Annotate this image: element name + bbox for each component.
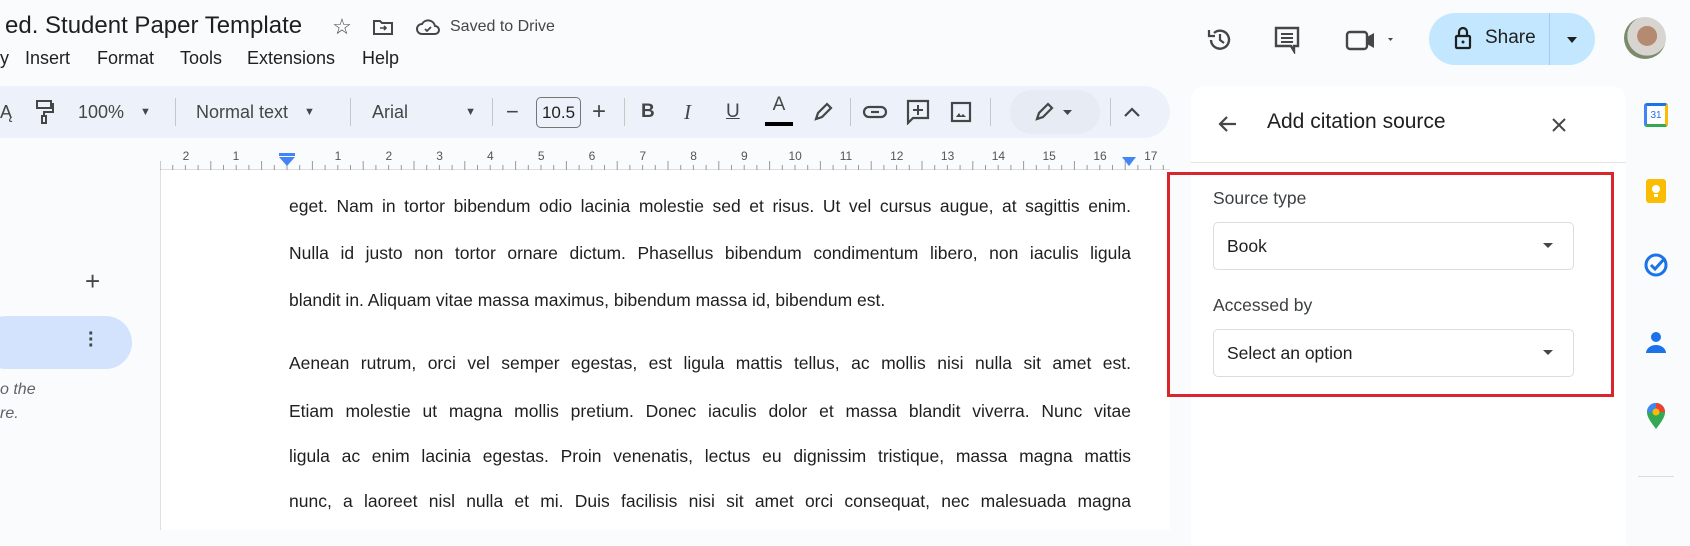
font-select[interactable]: Arial ▼	[372, 86, 476, 138]
add-tab-button[interactable]: +	[85, 266, 100, 297]
add-comment-icon[interactable]	[906, 86, 930, 138]
paragraph-line: blandit in. Aliquam vitae massa maximus,…	[289, 290, 886, 310]
menu-insert[interactable]: Insert	[25, 48, 70, 69]
panel-title: Add citation source	[1267, 110, 1446, 133]
insert-image-icon[interactable]	[950, 86, 972, 138]
lock-icon	[1454, 26, 1472, 50]
paragraph-line: Aenean rutrum, orci vel semper egestas, …	[289, 353, 1131, 373]
ruler-number: 1	[334, 149, 342, 163]
outline-hint: re.	[0, 405, 19, 422]
ruler-number: 6	[588, 149, 596, 163]
ruler-number: 2	[182, 149, 190, 163]
right-indent-marker[interactable]	[1122, 157, 1136, 166]
ruler-number: 8	[690, 149, 697, 163]
paragraph-line: nunc, a laoreet nisl nulla et mi. Duis f…	[289, 491, 1131, 511]
back-arrow-icon[interactable]	[1216, 112, 1240, 136]
ruler-number: 1	[232, 149, 240, 163]
close-icon[interactable]	[1548, 114, 1570, 136]
highlight-box	[1167, 172, 1614, 397]
meet-button[interactable]	[1344, 24, 1406, 56]
menu-tools[interactable]: Tools	[180, 48, 222, 69]
highlight-icon[interactable]	[812, 86, 834, 138]
decrease-font-size-button[interactable]: −	[506, 86, 519, 138]
avatar[interactable]	[1624, 17, 1666, 59]
paragraph-line: ligula ac enim lacinia egestas. Proin ve…	[289, 446, 1131, 466]
outline-tab-selected[interactable]	[0, 316, 132, 369]
paragraph-line: Etiam molestie ut magna mollis pretium. …	[289, 401, 1131, 421]
share-label: Share	[1485, 27, 1536, 48]
document-title[interactable]: ed. Student Paper Template	[5, 12, 302, 40]
ruler-number: 11	[839, 149, 853, 163]
save-status: Saved to Drive	[450, 18, 555, 35]
paragraph-line: eget. Nam in tortor bibendum odio lacini…	[289, 196, 1131, 216]
star-icon[interactable]: ☆	[330, 14, 354, 40]
menu-help[interactable]: Help	[362, 48, 399, 69]
menu-format[interactable]: Format	[97, 48, 154, 69]
contacts-icon[interactable]	[1638, 324, 1674, 360]
ruler-number: 3	[436, 149, 443, 163]
tab-options-icon[interactable]: · · ·	[88, 324, 95, 356]
calendar-day: 31	[1644, 103, 1668, 127]
font-value: Arial	[372, 101, 409, 122]
left-indent-marker[interactable]	[279, 157, 295, 166]
editing-mode-button[interactable]	[1010, 90, 1100, 134]
ruler-number: 9	[741, 149, 748, 163]
insert-link-icon[interactable]	[862, 86, 888, 138]
underline-button[interactable]: U	[726, 86, 740, 138]
ruler-number: 5	[537, 149, 545, 163]
document-page[interactable]	[160, 170, 1170, 530]
cloud-saved-icon[interactable]	[416, 16, 440, 38]
text-color-button[interactable]: A	[765, 88, 793, 126]
style-value: Normal text	[196, 101, 289, 122]
menu-view[interactable]: y	[0, 48, 9, 69]
collapse-menus-icon[interactable]	[1122, 86, 1142, 138]
ruler-ticks	[160, 161, 1164, 170]
bold-button[interactable]: B	[641, 86, 655, 138]
paragraph-line: Nulla id justo non tortor ornare dictum.…	[289, 243, 1131, 263]
font-size-input[interactable]: 10.5	[536, 97, 581, 128]
ruler-number: 2	[385, 149, 393, 163]
ruler-number: 17	[1144, 149, 1158, 163]
style-select[interactable]: Normal text ▼	[196, 86, 315, 138]
move-folder-icon[interactable]	[372, 16, 394, 38]
share-options-caret-icon[interactable]	[1567, 37, 1577, 43]
ruler-number: 10	[788, 149, 802, 163]
outline-hint: o the	[0, 381, 36, 398]
ruler-number: 15	[1042, 149, 1056, 163]
ruler-number: 12	[890, 149, 904, 163]
paint-format-icon[interactable]	[34, 86, 54, 138]
keep-icon[interactable]	[1638, 173, 1674, 209]
tasks-icon[interactable]	[1638, 247, 1674, 283]
menu-extensions[interactable]: Extensions	[247, 48, 335, 69]
version-history-icon[interactable]	[1204, 24, 1236, 56]
maps-icon[interactable]	[1638, 398, 1674, 434]
ruler-number: 16	[1093, 149, 1107, 163]
ruler-number: 13	[940, 149, 955, 163]
zoom-select[interactable]: 100% ▼	[78, 86, 151, 138]
ruler-number: 7	[639, 149, 647, 163]
comments-icon[interactable]	[1271, 24, 1303, 56]
zoom-value: 100%	[78, 101, 125, 122]
ruler-number: 4	[487, 149, 494, 163]
calendar-icon[interactable]: 31	[1638, 97, 1674, 133]
spellcheck-icon[interactable]: Ą	[0, 86, 14, 138]
first-line-indent-marker[interactable]	[279, 153, 295, 156]
italic-button[interactable]: I	[684, 86, 691, 138]
ruler-number: 14	[991, 149, 1006, 163]
share-button[interactable]: Share	[1429, 13, 1595, 65]
increase-font-size-button[interactable]: +	[592, 86, 606, 138]
